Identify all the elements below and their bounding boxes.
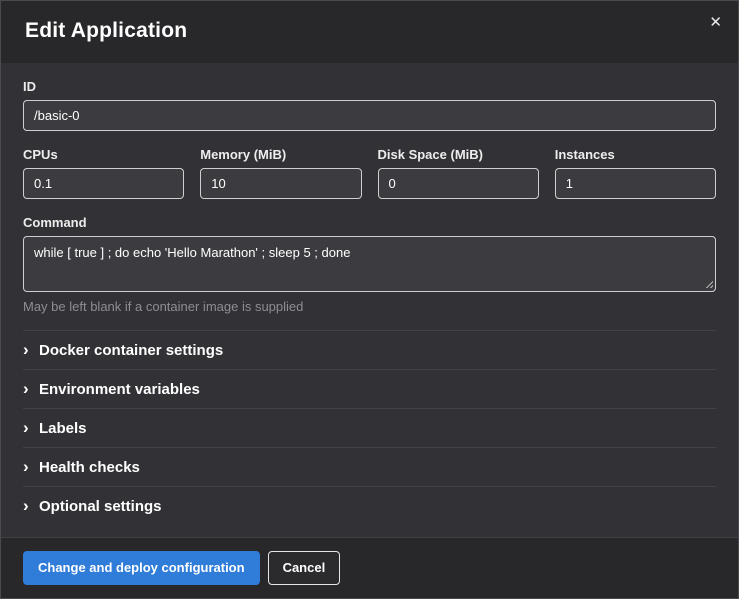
section-label: Docker container settings xyxy=(39,342,223,359)
id-label: ID xyxy=(23,79,716,94)
cpus-field-group: CPUs xyxy=(23,147,184,199)
edit-application-modal: Edit Application ✕ ID CPUs Memory (MiB) … xyxy=(0,0,739,599)
command-field-group: Command while [ true ] ; do echo 'Hello … xyxy=(23,215,716,314)
section-health-checks[interactable]: › Health checks xyxy=(23,447,716,486)
chevron-right-icon: › xyxy=(23,419,39,436)
modal-header: Edit Application ✕ xyxy=(1,1,738,63)
deploy-button[interactable]: Change and deploy configuration xyxy=(23,551,260,585)
section-label: Environment variables xyxy=(39,381,200,398)
command-label: Command xyxy=(23,215,716,230)
disk-input[interactable] xyxy=(378,168,539,199)
resources-row: CPUs Memory (MiB) Disk Space (MiB) Insta… xyxy=(23,147,716,199)
memory-input[interactable] xyxy=(200,168,361,199)
command-input[interactable]: while [ true ] ; do echo 'Hello Marathon… xyxy=(23,236,716,292)
instances-field-group: Instances xyxy=(555,147,716,199)
cpus-label: CPUs xyxy=(23,147,184,162)
modal-body: ID CPUs Memory (MiB) Disk Space (MiB) In… xyxy=(1,63,738,537)
section-environment-variables[interactable]: › Environment variables xyxy=(23,369,716,408)
id-field-group: ID xyxy=(23,79,716,131)
modal-footer: Change and deploy configuration Cancel xyxy=(1,537,738,598)
close-icon[interactable]: ✕ xyxy=(709,15,722,30)
instances-label: Instances xyxy=(555,147,716,162)
section-label: Optional settings xyxy=(39,498,162,515)
section-label: Labels xyxy=(39,420,87,437)
cancel-button[interactable]: Cancel xyxy=(268,551,341,585)
disk-field-group: Disk Space (MiB) xyxy=(378,147,539,199)
section-label: Health checks xyxy=(39,459,140,476)
collapsible-sections: › Docker container settings › Environmen… xyxy=(23,330,716,525)
memory-label: Memory (MiB) xyxy=(200,147,361,162)
instances-input[interactable] xyxy=(555,168,716,199)
memory-field-group: Memory (MiB) xyxy=(200,147,361,199)
section-docker-container-settings[interactable]: › Docker container settings xyxy=(23,330,716,369)
disk-label: Disk Space (MiB) xyxy=(378,147,539,162)
cpus-input[interactable] xyxy=(23,168,184,199)
id-input[interactable] xyxy=(23,100,716,131)
chevron-right-icon: › xyxy=(23,458,39,475)
page-title: Edit Application xyxy=(25,19,714,43)
chevron-right-icon: › xyxy=(23,497,39,514)
chevron-right-icon: › xyxy=(23,380,39,397)
chevron-right-icon: › xyxy=(23,341,39,358)
command-help-text: May be left blank if a container image i… xyxy=(23,299,716,314)
section-labels[interactable]: › Labels xyxy=(23,408,716,447)
section-optional-settings[interactable]: › Optional settings xyxy=(23,486,716,525)
